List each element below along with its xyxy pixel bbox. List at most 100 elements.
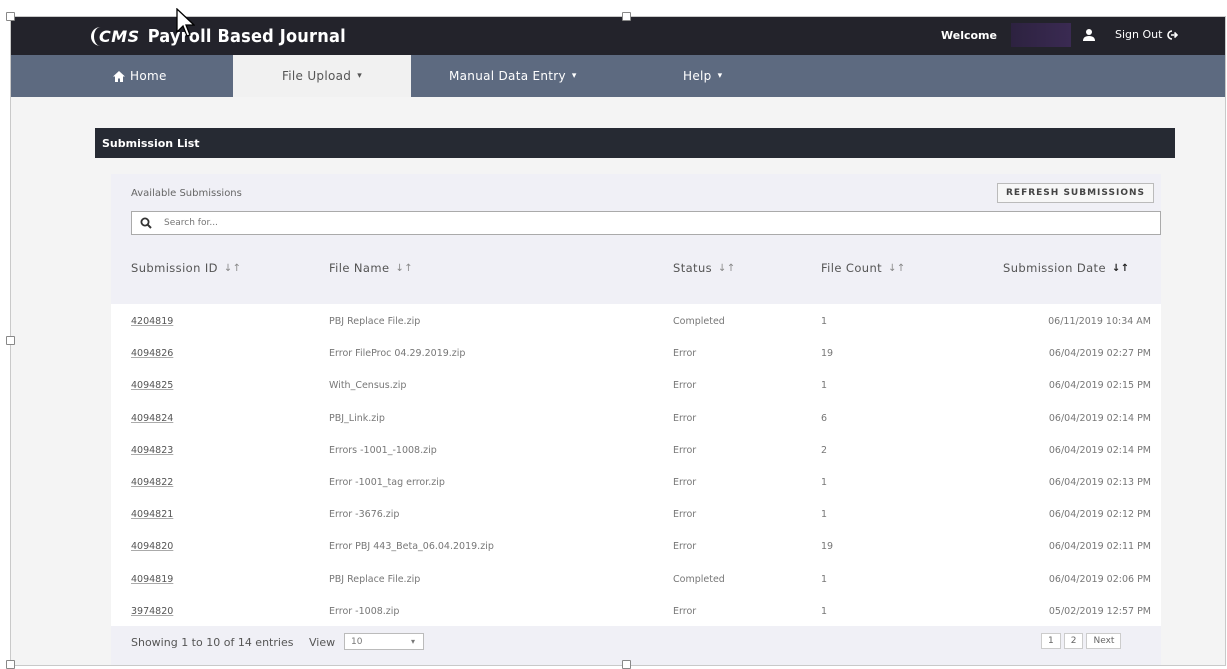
status-cell: Completed — [673, 573, 725, 585]
table-row: 4094826 Error FileProc 04.29.2019.zip Erro… — [111, 336, 1161, 372]
cms-logo-text: CMS — [91, 26, 140, 46]
sort-icon: ↓↑ — [888, 262, 906, 274]
status-cell: Error — [673, 444, 697, 456]
sign-out-icon — [1167, 29, 1179, 40]
submission-date-cell: 06/11/2019 10:34 AM — [1048, 316, 1151, 327]
view-label: View — [309, 636, 336, 649]
table-row: 4094820 Error PBJ 443_Beta_06.04.2019.zip… — [111, 529, 1161, 565]
nav-help-label: Help — [683, 69, 712, 83]
page-size-select[interactable]: 10 ▾ — [344, 633, 424, 650]
next-page-button[interactable]: Next — [1086, 633, 1122, 649]
nav-file-upload[interactable]: File Upload ▾ — [233, 55, 411, 97]
column-header-submission-date[interactable]: Submission Date ↓↑ — [1003, 261, 1130, 275]
sort-icon: ↓↑ — [223, 262, 242, 274]
app-window: CMS Payroll Based Journal Welcome Sign O… — [10, 16, 1226, 666]
file-name-cell: Error -1008.zip — [329, 605, 400, 617]
refresh-submissions-button[interactable]: REFRESH SUBMISSIONS — [997, 183, 1154, 203]
chevron-down-icon: ▾ — [717, 71, 723, 81]
file-name-cell: Error -1001_tag error.zip — [329, 477, 445, 488]
table-row: 4094823 Errors -1001_-1008.zip Error 2 06/04… — [111, 433, 1161, 469]
status-cell: Error — [673, 380, 697, 392]
sort-icon: ↓↑ — [395, 262, 413, 274]
logo[interactable]: CMS Payroll Based Journal — [91, 22, 346, 50]
status-cell: Error — [673, 541, 697, 553]
submission-date-cell: 06/04/2019 02:27 PM — [1048, 348, 1151, 360]
column-label: Submission ID — [131, 261, 218, 275]
nav-file-upload-label: File Upload — [281, 69, 352, 83]
submission-date-cell: 06/04/2019 02:12 PM — [1048, 509, 1151, 521]
file-count-cell: 1 — [821, 573, 828, 585]
submission-date-cell: 06/04/2019 02:14 PM — [1048, 412, 1151, 424]
column-header-submission-id[interactable]: Submission ID ↓↑ — [131, 261, 241, 275]
nav-help[interactable]: Help ▾ — [683, 55, 722, 97]
file-name-cell: PBJ Replace File.zip — [329, 316, 421, 327]
file-count-cell: 19 — [821, 541, 834, 553]
nav-manual-data-entry[interactable]: Manual Data Entry ▾ — [449, 55, 577, 97]
resize-handle[interactable] — [6, 12, 15, 21]
status-cell: Error — [673, 509, 697, 521]
submission-panel: Available Submissions REFRESH SUBMISSION… — [111, 174, 1161, 665]
submission-id-link[interactable]: 4094820 — [131, 541, 173, 552]
table-row: 3974820 Error -1008.zip Error 1 05/02/2019 1… — [111, 594, 1161, 630]
column-label: Submission Date — [1003, 261, 1106, 275]
submission-id-link[interactable]: 4204819 — [131, 316, 173, 327]
home-icon — [113, 70, 125, 82]
resize-handle[interactable] — [622, 660, 631, 669]
sign-out-link[interactable]: Sign Out — [1115, 28, 1179, 41]
column-header-file-name[interactable]: File Name ↓↑ — [329, 261, 413, 275]
status-cell: Error — [673, 348, 697, 360]
file-name-cell: Error -3676.zip — [329, 509, 400, 521]
submission-id-link[interactable]: 4094823 — [131, 445, 173, 456]
column-label: File Name — [329, 261, 390, 275]
submission-id-link[interactable]: 3974820 — [131, 606, 173, 617]
mouse-cursor-icon — [176, 8, 195, 37]
resize-handle[interactable] — [6, 660, 15, 669]
submission-id-link[interactable]: 4094822 — [131, 477, 173, 488]
file-count-cell: 1 — [821, 316, 828, 327]
file-count-cell: 1 — [821, 477, 828, 488]
page-2-button[interactable]: 2 — [1063, 633, 1084, 649]
sort-icon: ↓↑ — [718, 262, 736, 274]
page-1-button[interactable]: 1 — [1041, 633, 1061, 649]
file-count-cell: 6 — [821, 412, 828, 424]
file-name-cell: PBJ_Link.zip — [329, 412, 385, 424]
resize-handle[interactable] — [6, 336, 15, 345]
file-name-cell: PBJ Replace File.zip — [329, 573, 421, 585]
submission-date-cell: 05/02/2019 12:57 PM — [1048, 605, 1151, 617]
search-box[interactable] — [131, 211, 1161, 235]
column-label: File Count — [821, 261, 883, 275]
table-row: 4094825 With_Census.zip Error 1 06/04/2019 0… — [111, 368, 1161, 404]
file-name-cell: With_Census.zip — [329, 380, 407, 392]
search-input[interactable] — [162, 217, 1066, 229]
file-count-cell: 19 — [821, 348, 834, 360]
resize-handle[interactable] — [622, 12, 631, 21]
nav-home[interactable]: Home — [113, 55, 213, 97]
page-content: Submission List Available Submissions RE… — [11, 97, 1225, 665]
table-row: 4094822 Error -1001_tag error.zip Error 1 06… — [111, 465, 1161, 501]
file-count-cell: 2 — [821, 444, 828, 456]
submission-date-cell: 06/04/2019 02:11 PM — [1048, 541, 1151, 553]
submission-id-link[interactable]: 4094819 — [131, 574, 173, 585]
submission-id-link[interactable]: 4094826 — [131, 348, 173, 359]
submission-id-link[interactable]: 4094821 — [131, 509, 173, 520]
page-size-value: 10 — [351, 636, 363, 647]
file-name-cell: Error PBJ 443_Beta_06.04.2019.zip — [329, 541, 494, 553]
submission-id-link[interactable]: 4094824 — [131, 413, 173, 424]
column-header-status[interactable]: Status ↓↑ — [673, 261, 736, 275]
table-row: 4204819 PBJ Replace File.zip Completed 1 06/… — [111, 304, 1161, 340]
column-header-file-count[interactable]: File Count ↓↑ — [821, 261, 906, 275]
file-count-cell: 1 — [821, 380, 828, 392]
main-nav: Home File Upload ▾ Manual Data Entry ▾ H… — [11, 55, 1225, 97]
submission-date-cell: 06/04/2019 02:06 PM — [1048, 573, 1151, 585]
submission-date-cell: 06/04/2019 02:14 PM — [1048, 444, 1151, 456]
submission-id-link[interactable]: 4094825 — [131, 380, 173, 391]
available-submissions-label: Available Submissions — [131, 188, 242, 199]
user-icon[interactable] — [1082, 28, 1096, 42]
sign-out-label: Sign Out — [1115, 28, 1163, 41]
user-name-redacted — [1011, 23, 1071, 47]
chevron-down-icon: ▾ — [410, 637, 415, 646]
file-count-cell: 1 — [821, 509, 828, 521]
status-cell: Error — [673, 605, 697, 617]
nav-home-label: Home — [130, 69, 167, 83]
file-count-cell: 1 — [821, 605, 828, 617]
